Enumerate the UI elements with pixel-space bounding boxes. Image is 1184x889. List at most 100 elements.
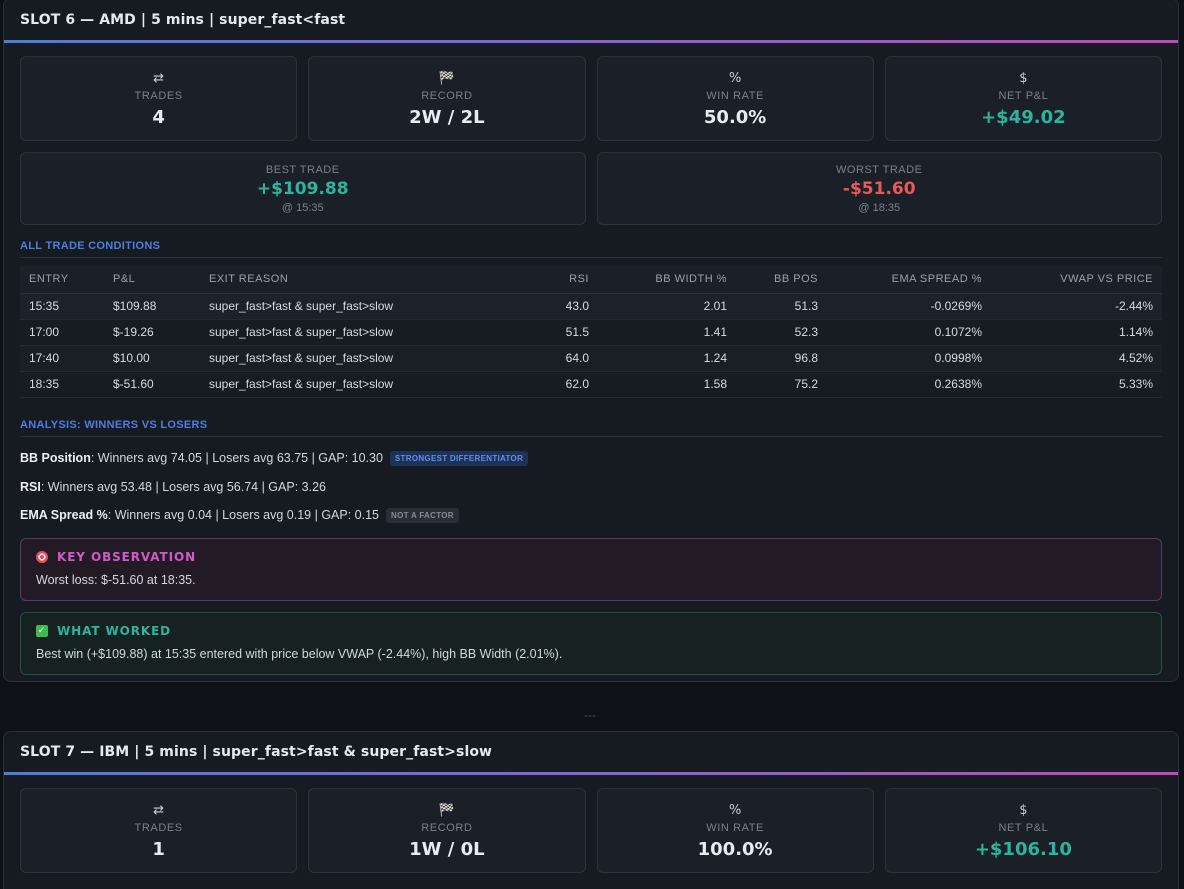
stat-card-trades: ⇄ TRADES 4: [20, 56, 298, 141]
cell-bb-pos: 75.2: [736, 371, 827, 398]
cell-exit-reason: super_fast>fast & super_fast>slow: [200, 371, 480, 398]
cell-ema-spread: 0.2638%: [827, 371, 991, 398]
analysis-rsi: RSI : Winners avg 53.48 | Losers avg 56.…: [20, 480, 1162, 494]
slot-6-panel: SLOT 6 — AMD | 5 mins | super_fast<fast …: [3, 0, 1179, 682]
cell-vwap-vs-price: 5.33%: [991, 371, 1162, 398]
analysis-label: BB Position: [20, 451, 91, 465]
worst-trade-card: WORST TRADE -$51.60 @ 18:35: [596, 152, 1162, 225]
cell-exit-reason: super_fast>fast & super_fast>slow: [200, 293, 480, 320]
stat-value: 2W / 2L: [409, 106, 485, 128]
slot-7-panel: SLOT 7 — IBM | 5 mins | super_fast>fast …: [3, 731, 1179, 889]
analysis-text: : Winners avg 0.04 | Losers avg 0.19 | G…: [107, 508, 379, 522]
slot-7-title: SLOT 7 — IBM | 5 mins | super_fast>fast …: [20, 744, 493, 760]
analysis-text: : Winners avg 74.05 | Losers avg 63.75 |…: [90, 451, 383, 465]
cell-bb-width: 1.24: [598, 345, 736, 372]
stat-label: RECORD: [421, 821, 473, 834]
cell-vwap-vs-price: -2.44%: [991, 293, 1162, 320]
best-trade-label: BEST TRADE: [265, 163, 340, 176]
col-ema-spread: EMA SPREAD %: [827, 266, 991, 294]
swap-arrows-icon: ⇄: [153, 70, 165, 86]
stat-value: 4: [152, 106, 165, 128]
stat-label: WIN RATE: [706, 821, 764, 834]
dollar-icon: $: [1019, 70, 1028, 86]
stat-card-net-pnl: $ NET P&L +$106.10: [884, 788, 1162, 873]
col-bb-width: BB WIDTH %: [598, 266, 736, 294]
check-mark-icon: ✓: [36, 624, 48, 637]
cell-vwap-vs-price: 1.14%: [991, 319, 1162, 346]
stat-label: WIN RATE: [706, 89, 764, 102]
slot-6-title: SLOT 6 — AMD | 5 mins | super_fast<fast: [20, 11, 346, 28]
analysis-ema-spread: EMA Spread % : Winners avg 0.04 | Losers…: [20, 507, 1162, 523]
stat-label: RECORD: [421, 89, 473, 102]
what-worked-title: WHAT WORKED: [57, 623, 172, 638]
percent-icon: %: [728, 70, 742, 86]
stats-row: ⇄ TRADES 4 🏁 RECORD 2W / 2L % WIN RATE 5…: [20, 56, 1162, 141]
checkered-flag-icon: 🏁: [438, 70, 455, 86]
cell-ema-spread: 0.0998%: [827, 345, 991, 372]
analysis-section-title: ANALYSIS: WINNERS VS LOSERS: [20, 419, 1162, 437]
col-vwap-vs-price: VWAP VS PRICE: [991, 266, 1162, 294]
percent-icon: %: [728, 802, 742, 818]
cell-ema-spread: -0.0269%: [827, 293, 991, 320]
cell-vwap-vs-price: 4.52%: [991, 345, 1162, 372]
cell-pnl: $10.00: [104, 345, 200, 372]
stat-card-win-rate: % WIN RATE 100.0%: [596, 788, 874, 873]
analysis-text: : Winners avg 53.48 | Losers avg 56.74 |…: [40, 479, 326, 494]
cell-bb-pos: 51.3: [736, 293, 827, 320]
stat-card-win-rate: % WIN RATE 50.0%: [596, 56, 874, 141]
table-row: 17:40 $10.00 super_fast>fast & super_fas…: [20, 345, 1162, 372]
analysis-label: EMA Spread %: [20, 508, 108, 522]
what-worked-callout: ✓ WHAT WORKED Best win (+$109.88) at 15:…: [20, 611, 1162, 675]
stat-card-record: 🏁 RECORD 2W / 2L: [308, 56, 586, 141]
worst-trade-label: WORST TRADE: [836, 163, 923, 176]
checkered-flag-icon: 🏁: [438, 802, 455, 818]
stat-card-trades: ⇄ TRADES 1: [20, 788, 298, 873]
key-observation-text: Worst loss: $-51.60 at 18:35.: [36, 572, 196, 587]
cell-exit-reason: super_fast>fast & super_fast>slow: [200, 319, 480, 346]
cell-pnl: $-51.60: [104, 371, 200, 398]
dollar-icon: $: [1019, 802, 1028, 818]
cell-rsi: 43.0: [480, 293, 598, 320]
stat-card-record: 🏁 RECORD 1W / 0L: [308, 788, 586, 873]
stat-value: 50.0%: [703, 106, 767, 128]
stat-value: +$49.02: [981, 106, 1066, 128]
cell-pnl: $109.88: [104, 293, 200, 320]
cell-entry: 18:35: [20, 371, 104, 398]
cell-entry: 17:40: [20, 345, 104, 372]
target-icon: [36, 550, 48, 563]
stat-value: 1W / 0L: [409, 838, 485, 860]
what-worked-text: Best win (+$109.88) at 15:35 entered wit…: [36, 646, 563, 661]
cell-bb-width: 2.01: [598, 293, 736, 320]
col-rsi: RSI: [480, 266, 598, 294]
not-a-factor-badge: NOT A FACTOR: [386, 507, 459, 523]
stat-label: NET P&L: [998, 89, 1049, 102]
what-worked-heading: ✓ WHAT WORKED: [36, 624, 1146, 638]
analysis-bb-position: BB Position : Winners avg 74.05 | Losers…: [20, 450, 1162, 466]
best-trade-card: BEST TRADE +$109.88 @ 15:35: [20, 152, 586, 225]
cell-ema-spread: 0.1072%: [827, 319, 991, 346]
conditions-section-title: ALL TRADE CONDITIONS: [20, 240, 1162, 258]
table-row: 18:35 $-51.60 super_fast>fast & super_fa…: [20, 371, 1162, 398]
key-observation-heading: KEY OBSERVATION: [36, 550, 1146, 564]
stat-card-net-pnl: $ NET P&L +$49.02: [884, 56, 1162, 141]
section-divider: ---: [584, 708, 596, 722]
col-pnl: P&L: [104, 266, 200, 294]
stat-label: TRADES: [134, 89, 183, 102]
cell-rsi: 64.0: [480, 345, 598, 372]
cell-bb-pos: 96.8: [736, 345, 827, 372]
cell-rsi: 62.0: [480, 371, 598, 398]
key-observation-title: KEY OBSERVATION: [57, 549, 197, 564]
strongest-differentiator-badge: STRONGEST DIFFERENTIATOR: [389, 450, 529, 466]
best-trade-time: @ 15:35: [281, 201, 324, 214]
cell-entry: 15:35: [20, 293, 104, 320]
cell-entry: 17:00: [20, 319, 104, 346]
stat-label: NET P&L: [998, 821, 1049, 834]
col-exit-reason: EXIT REASON: [200, 266, 480, 294]
best-trade-value: +$109.88: [256, 178, 349, 199]
stats-row: ⇄ TRADES 1 🏁 RECORD 1W / 0L % WIN RATE 1…: [20, 788, 1162, 873]
best-worst-row: BEST TRADE +$109.88 @ 15:35 WORST TRADE …: [20, 152, 1162, 225]
stat-value: +$106.10: [974, 838, 1072, 860]
stat-value: 100.0%: [697, 838, 773, 860]
key-observation-callout: KEY OBSERVATION Worst loss: $-51.60 at 1…: [20, 537, 1162, 601]
col-bb-pos: BB POS: [736, 266, 827, 294]
